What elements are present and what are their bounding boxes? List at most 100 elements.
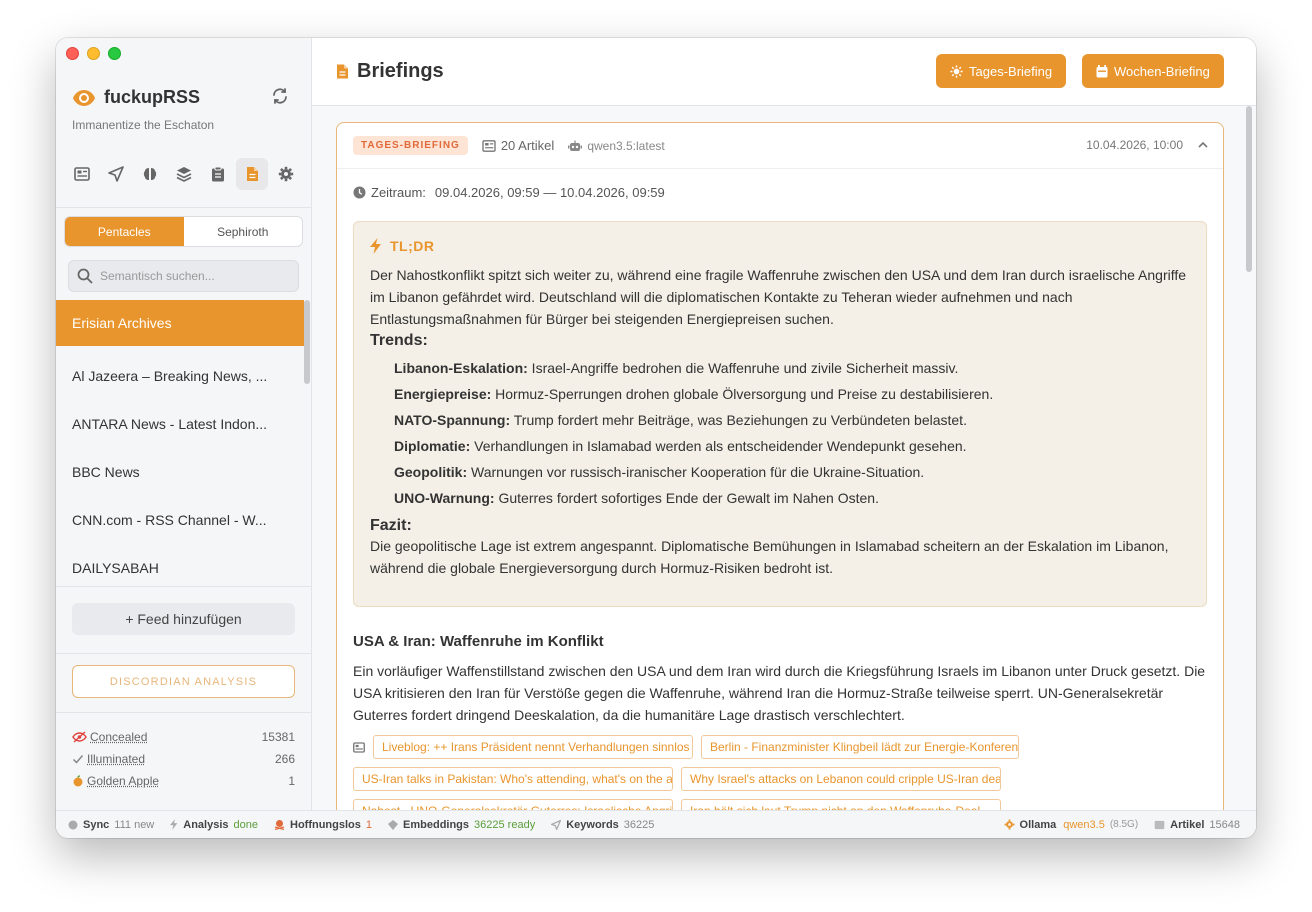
source-link[interactable]: Why Israel's attacks on Lebanon could cr… bbox=[681, 767, 1001, 791]
eye-icon bbox=[73, 89, 95, 106]
feed-list: Erisian Archives Al Jazeera – Breaking N… bbox=[56, 300, 304, 586]
paper-plane-icon bbox=[551, 819, 562, 830]
skull-icon bbox=[274, 820, 285, 830]
brand: fuckupRSS bbox=[72, 87, 200, 108]
feed-item[interactable]: ANTARA News - Latest Indon... bbox=[56, 400, 304, 448]
search-input[interactable] bbox=[100, 269, 280, 283]
newspaper-icon[interactable] bbox=[66, 158, 98, 190]
sidebar: fuckupRSS Immanentize the Eschaton Penta… bbox=[56, 38, 312, 810]
feed-item[interactable]: CNN.com - RSS Channel - W... bbox=[56, 496, 304, 544]
status-bar: Sync 111 new Analysis done Hoffnungslos 1 E… bbox=[56, 810, 1256, 838]
stat-illuminated: Illuminated 266 bbox=[72, 748, 295, 770]
zoom-window-button[interactable] bbox=[108, 47, 121, 60]
trend-item: UNO-Warnung: Guterres fordert sofortiges… bbox=[394, 490, 879, 506]
nav-toolbar bbox=[66, 158, 302, 190]
source-link[interactable]: Nahost - UNO-Generalsekretär Guterres: I… bbox=[353, 799, 673, 810]
status-analysis: Analysis done bbox=[170, 819, 258, 831]
tab-pentacles[interactable]: Pentacles bbox=[65, 217, 184, 246]
window-controls bbox=[66, 47, 121, 60]
diamond-icon bbox=[388, 819, 399, 830]
document-icon bbox=[337, 64, 348, 79]
trends-list: Libanon-Eskalation: Israel-Angriffe bedr… bbox=[370, 355, 1190, 511]
stat-golden-apple-link[interactable]: Golden Apple bbox=[72, 774, 159, 788]
stat-concealed: Concealed 15381 bbox=[72, 726, 295, 748]
eye-slash-icon bbox=[72, 731, 87, 743]
divider bbox=[56, 586, 312, 587]
trend-item: Energiepreise: Hormuz-Sperrungen drohen … bbox=[394, 386, 994, 402]
model-name: qwen3.5:latest bbox=[568, 139, 665, 153]
clipboard-icon[interactable] bbox=[202, 158, 234, 190]
tagline: Immanentize the Eschaton bbox=[72, 118, 215, 132]
robot-icon bbox=[568, 140, 583, 151]
source-links: Liveblog: ++ Irans Präsident nennt Verha… bbox=[353, 735, 1213, 810]
briefing-document-icon[interactable] bbox=[236, 158, 268, 190]
divider bbox=[56, 207, 312, 208]
refresh-icon[interactable] bbox=[271, 87, 289, 105]
search-icon bbox=[77, 268, 93, 284]
weekly-briefing-button[interactable]: Wochen-Briefing bbox=[1082, 54, 1224, 88]
search-box bbox=[68, 260, 299, 292]
briefing-card-header[interactable]: TAGES-BRIEFING 20 Artikel qwen3.5:latest… bbox=[337, 123, 1223, 169]
content-scrollbar[interactable] bbox=[1246, 106, 1252, 272]
daily-briefing-button[interactable]: Tages-Briefing bbox=[936, 54, 1067, 88]
circle-icon bbox=[68, 820, 78, 829]
tldr-text: Der Nahostkonflikt spitzt sich weiter zu… bbox=[370, 267, 1187, 327]
app-window: fuckupRSS Immanentize the Eschaton Penta… bbox=[56, 38, 1256, 838]
feed-item[interactable]: Al Jazeera – Breaking News, ... bbox=[56, 352, 304, 400]
link-row: Liveblog: ++ Irans Präsident nennt Verha… bbox=[353, 735, 1213, 759]
status-keywords: Keywords 36225 bbox=[551, 819, 654, 831]
source-link[interactable]: US-Iran talks in Pakistan: Who's attendi… bbox=[353, 767, 673, 791]
main-header: Briefings Tages-Briefing Wochen-Briefing bbox=[312, 38, 1256, 106]
trend-item: Geopolitik: Warnungen vor russisch-irani… bbox=[394, 464, 925, 480]
feed-item[interactable]: BBC News bbox=[56, 448, 304, 496]
topic-title: USA & Iran: Waffenruhe im Konflikt bbox=[353, 633, 604, 650]
status-ollama: Ollama qwen3.5 (8.5G) bbox=[1004, 819, 1138, 831]
lightning-icon bbox=[170, 819, 178, 830]
chevron-up-icon[interactable] bbox=[1197, 139, 1209, 154]
divider bbox=[56, 653, 312, 654]
stat-illuminated-link[interactable]: Illuminated bbox=[72, 752, 145, 766]
cog-icon bbox=[1004, 819, 1014, 830]
gear-icon[interactable] bbox=[270, 158, 302, 190]
paper-plane-icon[interactable] bbox=[100, 158, 132, 190]
article-count: 20 Artikel bbox=[482, 138, 554, 153]
stat-concealed-link[interactable]: Concealed bbox=[72, 730, 147, 744]
trend-item: NATO-Spannung: Trump fordert mehr Beiträ… bbox=[394, 412, 967, 428]
briefing-period: Zeitraum: 09.04.2026, 09:59 — 10.04.2026… bbox=[353, 185, 665, 200]
conclusion-text: Die geopolitische Lage ist extrem angesp… bbox=[370, 538, 1169, 576]
add-feed-button[interactable]: + Feed hinzufügen bbox=[72, 603, 295, 635]
trend-item: Libanon-Eskalation: Israel-Angriffe bedr… bbox=[394, 360, 959, 376]
discordian-analysis-button[interactable]: DISCORDIAN ANALYSIS bbox=[72, 665, 295, 698]
newspaper-icon bbox=[482, 139, 496, 152]
main-panel: Briefings Tages-Briefing Wochen-Briefing… bbox=[312, 38, 1256, 810]
close-window-button[interactable] bbox=[66, 47, 79, 60]
briefing-timestamp: 10.04.2026, 10:00 bbox=[1086, 138, 1183, 152]
feed-item[interactable]: Erisian Archives bbox=[56, 300, 304, 346]
feed-item[interactable]: DAILYSABAH bbox=[56, 544, 304, 592]
stat-value: 1 bbox=[288, 774, 295, 788]
divider bbox=[56, 712, 312, 713]
status-sync: Sync 111 new bbox=[68, 819, 154, 831]
tldr-box: TL;DR Der Nahostkonflikt spitzt sich wei… bbox=[353, 221, 1207, 607]
tldr-heading: TL;DR bbox=[370, 238, 1190, 254]
layers-icon[interactable] bbox=[168, 158, 200, 190]
clock-icon bbox=[353, 186, 366, 199]
link-row: US-Iran talks in Pakistan: Who's attendi… bbox=[353, 767, 1213, 791]
minimize-window-button[interactable] bbox=[87, 47, 100, 60]
link-row: Nahost - UNO-Generalsekretär Guterres: I… bbox=[353, 799, 1213, 810]
app-name: fuckupRSS bbox=[104, 87, 201, 107]
check-icon bbox=[72, 755, 84, 764]
brain-icon[interactable] bbox=[134, 158, 166, 190]
feed-list-scrollbar[interactable] bbox=[304, 300, 310, 384]
calendar-icon bbox=[1096, 64, 1108, 77]
source-link[interactable]: Liveblog: ++ Irans Präsident nennt Verha… bbox=[373, 735, 693, 759]
sun-icon bbox=[950, 64, 963, 78]
topic-text: Ein vorläufiger Waffenstillstand zwische… bbox=[353, 663, 1206, 723]
topic-section: USA & Iran: Waffenruhe im Konflikt Ein v… bbox=[353, 633, 1207, 726]
trends-heading: Trends: bbox=[370, 332, 428, 349]
tab-sephiroth[interactable]: Sephiroth bbox=[184, 217, 303, 246]
status-hopeless: Hoffnungslos 1 bbox=[274, 819, 372, 831]
source-link[interactable]: Berlin - Finanzminister Klingbeil lädt z… bbox=[701, 735, 1019, 759]
briefing-type-badge: TAGES-BRIEFING bbox=[353, 136, 468, 155]
source-link[interactable]: Iran hält sich laut Trump nicht an den W… bbox=[681, 799, 1001, 810]
